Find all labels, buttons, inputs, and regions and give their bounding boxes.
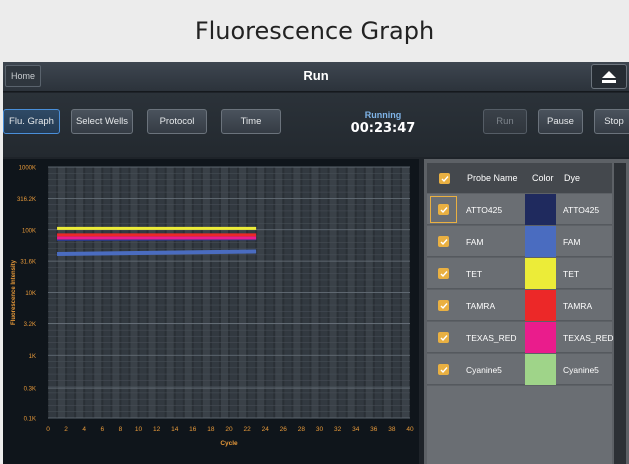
select-all-checkbox[interactable] [439, 173, 450, 184]
row-checkbox[interactable] [438, 332, 449, 343]
check-icon [440, 270, 448, 277]
x-tick-label: 40 [406, 426, 414, 433]
color-swatch[interactable] [525, 354, 556, 385]
x-axis-label: Cycle [220, 440, 238, 447]
run-elapsed-time: 00:23:47 [350, 121, 416, 136]
probe-row[interactable]: TEXAS_RED TEXAS_RED [427, 322, 614, 353]
page-banner: Fluorescence Graph [0, 0, 629, 62]
fluorescence-chart: 1000K 316.2K 100K 31.6K 10K 3.2K 1K 0.3K 0.1K 0 2 4… [3, 159, 419, 464]
probe-table-header: Probe Name Color Dye [427, 163, 612, 193]
probe-row[interactable]: Cyanine5 Cyanine5 [427, 354, 612, 385]
probe-row[interactable]: TAMRA TAMRA [427, 290, 612, 321]
run-screen: Home Run Flu. Graph Select Wells Protoco… [3, 62, 629, 464]
check-icon [440, 238, 448, 245]
dye-cell: TAMRA [563, 300, 593, 311]
x-tick-label: 12 [153, 426, 161, 433]
x-tick-label: 26 [280, 426, 288, 433]
y-tick-label: 0.1K [24, 417, 36, 423]
probe-name-cell: ATTO425 [466, 204, 503, 215]
probe-row[interactable]: FAM FAM [427, 226, 612, 257]
banner-title: Fluorescence Graph [194, 17, 435, 45]
y-tick-label: 0.3K [24, 387, 36, 393]
x-tick-label: 30 [316, 426, 324, 433]
y-axis-label: Fluorescence Intensity [11, 259, 17, 325]
y-tick-label: 1000K [19, 166, 36, 172]
dye-cell: FAM [563, 236, 581, 247]
y-tick-label: 316.2K [17, 197, 36, 203]
x-tick-label: 32 [334, 426, 342, 433]
probe-name-cell: TEXAS_RED [466, 332, 517, 343]
row-checkbox[interactable] [438, 204, 449, 215]
probe-table-empty-area [427, 386, 612, 464]
x-tick-label: 38 [388, 426, 396, 433]
x-tick-label: 34 [352, 426, 360, 433]
eject-icon [602, 70, 616, 83]
check-icon [440, 366, 448, 373]
chart-svg: 1000K316.2K100K31.6K10K3.2K1K0.3K0.1K0 2 4… [11, 166, 414, 448]
toolbar: Flu. Graph Select Wells Protocol Time Ru… [3, 93, 629, 157]
check-icon [440, 302, 448, 309]
dye-cell: Cyanine5 [563, 364, 599, 375]
row-checkbox[interactable] [438, 236, 449, 247]
probe-name-cell: TET [466, 268, 483, 279]
check-icon [441, 175, 449, 182]
top-bar: Home Run [3, 62, 629, 92]
row-checkbox[interactable] [438, 300, 449, 311]
protocol-tab[interactable]: Protocol [147, 109, 207, 134]
flu-graph-tab[interactable]: Flu. Graph [3, 109, 60, 134]
color-swatch[interactable] [525, 226, 556, 257]
eject-button[interactable] [591, 64, 627, 89]
time-tab[interactable]: Time [221, 109, 281, 134]
x-tick-label: 20 [225, 426, 233, 433]
y-tick-label: 3.2K [24, 322, 36, 328]
header-color: Color [532, 173, 554, 183]
x-tick-label: 18 [207, 426, 215, 433]
select-wells-tab[interactable]: Select Wells [71, 109, 133, 134]
x-tick-label: 8 [119, 426, 123, 433]
x-tick-label: 28 [298, 426, 306, 433]
screen-title: Run [303, 68, 329, 83]
x-tick-label: 2 [64, 426, 68, 433]
color-swatch[interactable] [525, 290, 556, 321]
dye-cell: TET [563, 268, 580, 279]
probe-table: Probe Name Color Dye ATTO425 ATTO425 FAM FA… [424, 159, 629, 464]
x-tick-label: 6 [100, 426, 104, 433]
header-dye: Dye [564, 173, 581, 183]
color-swatch[interactable] [525, 258, 556, 289]
y-tick-label: 10K [25, 291, 36, 297]
x-tick-label: 14 [171, 426, 179, 433]
table-scrollbar[interactable] [614, 163, 626, 464]
y-tick-label: 100K [22, 228, 36, 234]
run-status-label: Running [364, 110, 402, 120]
probe-name-cell: Cyanine5 [466, 364, 502, 375]
dye-cell: ATTO425 [563, 204, 600, 215]
probe-name-cell: FAM [466, 236, 484, 247]
x-tick-label: 16 [189, 426, 197, 433]
x-tick-label: 24 [262, 426, 270, 433]
probe-row[interactable]: TET TET [427, 258, 612, 289]
header-probe-name: Probe Name [467, 173, 518, 183]
x-tick-label: 36 [370, 426, 378, 433]
y-tick-label: 31.6K [20, 260, 36, 266]
probe-name-cell: TAMRA [466, 300, 496, 311]
series-line-fam [57, 249, 257, 257]
x-tick-label: 22 [243, 426, 251, 433]
run-button[interactable]: Run [483, 109, 527, 134]
x-tick-label: 0 [46, 426, 50, 433]
pause-button[interactable]: Pause [538, 109, 583, 134]
check-icon [440, 334, 448, 341]
color-swatch[interactable] [525, 322, 556, 353]
probe-row[interactable]: ATTO425 ATTO425 [427, 194, 612, 225]
stop-button[interactable]: Stop [594, 109, 629, 134]
check-icon [440, 206, 448, 213]
y-tick-label: 1K [29, 354, 36, 360]
row-checkbox[interactable] [438, 364, 449, 375]
dye-cell: TEXAS_RED [563, 332, 614, 343]
x-tick-label: 10 [135, 426, 143, 433]
color-swatch[interactable] [525, 194, 556, 225]
x-tick-label: 4 [82, 426, 86, 433]
row-checkbox[interactable] [438, 268, 449, 279]
